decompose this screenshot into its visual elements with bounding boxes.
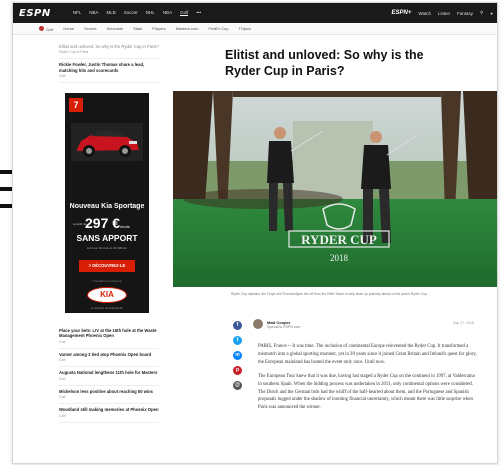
hero-image[interactable]: RYDER CUP 2018 (173, 91, 497, 287)
article-paragraph: PARIS, France -- It was time. The inclus… (258, 344, 477, 365)
nav-listen[interactable]: Listen (438, 11, 450, 16)
sidebar-story[interactable]: Varner among 3 tied atop Phoenix Open bo… (59, 349, 159, 368)
ad-badge: 7 (69, 98, 83, 112)
nav-link-golf[interactable]: Golf (180, 10, 189, 16)
ad-title: Nouveau Kia Sportage (69, 203, 145, 210)
sidebar-story[interactable]: Rickie Fowler, Justin Thomas share a lea… (59, 59, 159, 84)
byline: Matt Cooper Special to ESPN.com (253, 319, 300, 329)
hero-year: 2018 (330, 253, 349, 263)
nav-link[interactable]: MLB (107, 10, 116, 16)
email-icon[interactable]: @ (233, 381, 242, 390)
ryder-cup-photo: RYDER CUP 2018 (173, 91, 497, 287)
article-paragraph: The European Tour knew that it was due, … (258, 373, 475, 411)
ad-headline: SANS APPORT (76, 233, 138, 243)
nav-link[interactable]: NFL (73, 10, 82, 16)
publish-date: Sep 27, 2018 (453, 321, 474, 325)
ad-tagline: Le Pouvoir de Surprendre (90, 306, 124, 310)
author-avatar (253, 319, 263, 329)
espn-plus-logo[interactable]: ESPN+ (392, 10, 412, 16)
subnav-item[interactable]: Scores (84, 26, 96, 31)
ad-legal: * Conditions sur kia.com (91, 279, 123, 283)
nav-right: ESPN+ Watch Listen Fantasy ⚲ ● (392, 10, 493, 16)
sidebar-story[interactable]: Woodland still making memories at Phoeni… (59, 404, 159, 423)
subnav-item[interactable]: Players (152, 26, 165, 31)
pinterest-icon[interactable]: p (233, 366, 242, 375)
kia-logo: KIA (87, 287, 127, 303)
hero-logo-text: RYDER CUP (301, 232, 377, 247)
subnav-item[interactable]: Home (63, 26, 74, 31)
nav-link[interactable]: NHL (146, 10, 155, 16)
sidebar-story[interactable]: Augusta National lengthens 11th hole for… (59, 367, 159, 386)
kia-advertisement[interactable]: 7 Nouveau Kia Sportage à partir de 297 €… (65, 93, 149, 313)
article-headline: Elitist and unloved: So why is the Ryder… (225, 48, 424, 78)
sidebar-bottom: Place your bets: LIV at the 16th hole at… (59, 325, 159, 423)
author-subtitle: Special to ESPN.com (267, 324, 301, 329)
nav-fantasy[interactable]: Fantasy (457, 11, 473, 16)
sidebar-story[interactable]: Mickelson less positive about reaching 5… (59, 386, 159, 405)
user-icon[interactable]: ● (490, 11, 493, 16)
subnav-golf[interactable]: Golf (39, 25, 53, 32)
nav-link[interactable]: Soccer (124, 10, 138, 16)
twitter-icon[interactable]: t (233, 336, 242, 345)
subnav-item[interactable]: FedEx Cup (209, 26, 229, 31)
sidebar-story[interactable]: Place your bets: LIV at the 16th hole at… (59, 325, 159, 349)
top-nav: ESPN NFL NBA MLB Soccer NHL NBA Golf •••… (13, 3, 497, 23)
facebook-icon[interactable]: f (233, 321, 242, 330)
subnav-item[interactable]: Schedule (106, 26, 123, 31)
golf-icon (39, 25, 44, 31)
article-body: PARIS, France -- It was time. The inclus… (258, 343, 478, 418)
nav-links: NFL NBA MLB Soccer NHL NBA Golf ••• (73, 10, 201, 16)
espn-logo[interactable]: ESPN (19, 8, 51, 19)
sub-nav: Golf Home Scores Schedule Stats Players … (13, 23, 497, 35)
messenger-icon[interactable]: m (233, 351, 242, 360)
sidebar-story[interactable]: Elitist and unloved: So why is the Ryder… (59, 41, 159, 60)
ad-cta-button[interactable]: > DÉCOUVREZ-LE (79, 260, 135, 272)
subnav-item[interactable]: Stats (133, 26, 142, 31)
browser-screenshot: ESPN NFL NBA MLB Soccer NHL NBA Golf •••… (12, 2, 498, 464)
nav-link[interactable]: NBA (89, 10, 98, 16)
share-bar: f t m p @ (233, 321, 243, 396)
search-icon[interactable]: ⚲ (480, 10, 483, 16)
ad-price: 297 €/mois (85, 215, 130, 231)
ad-terms: LLD sur 49 mois et 40 000 km (86, 246, 128, 250)
nav-watch[interactable]: Watch (418, 11, 431, 16)
sidebar-top: Elitist and unloved: So why is the Ryder… (59, 41, 159, 84)
subnav-item[interactable]: TOpics (239, 26, 252, 31)
subnav-item[interactable]: Masters.com (176, 26, 199, 31)
photo-caption: Ryder Cup captains Jim Furyk and Thomas … (231, 292, 428, 296)
nav-more[interactable]: ••• (196, 10, 201, 16)
nav-link[interactable]: NBA (163, 10, 172, 16)
car-image (71, 123, 143, 161)
